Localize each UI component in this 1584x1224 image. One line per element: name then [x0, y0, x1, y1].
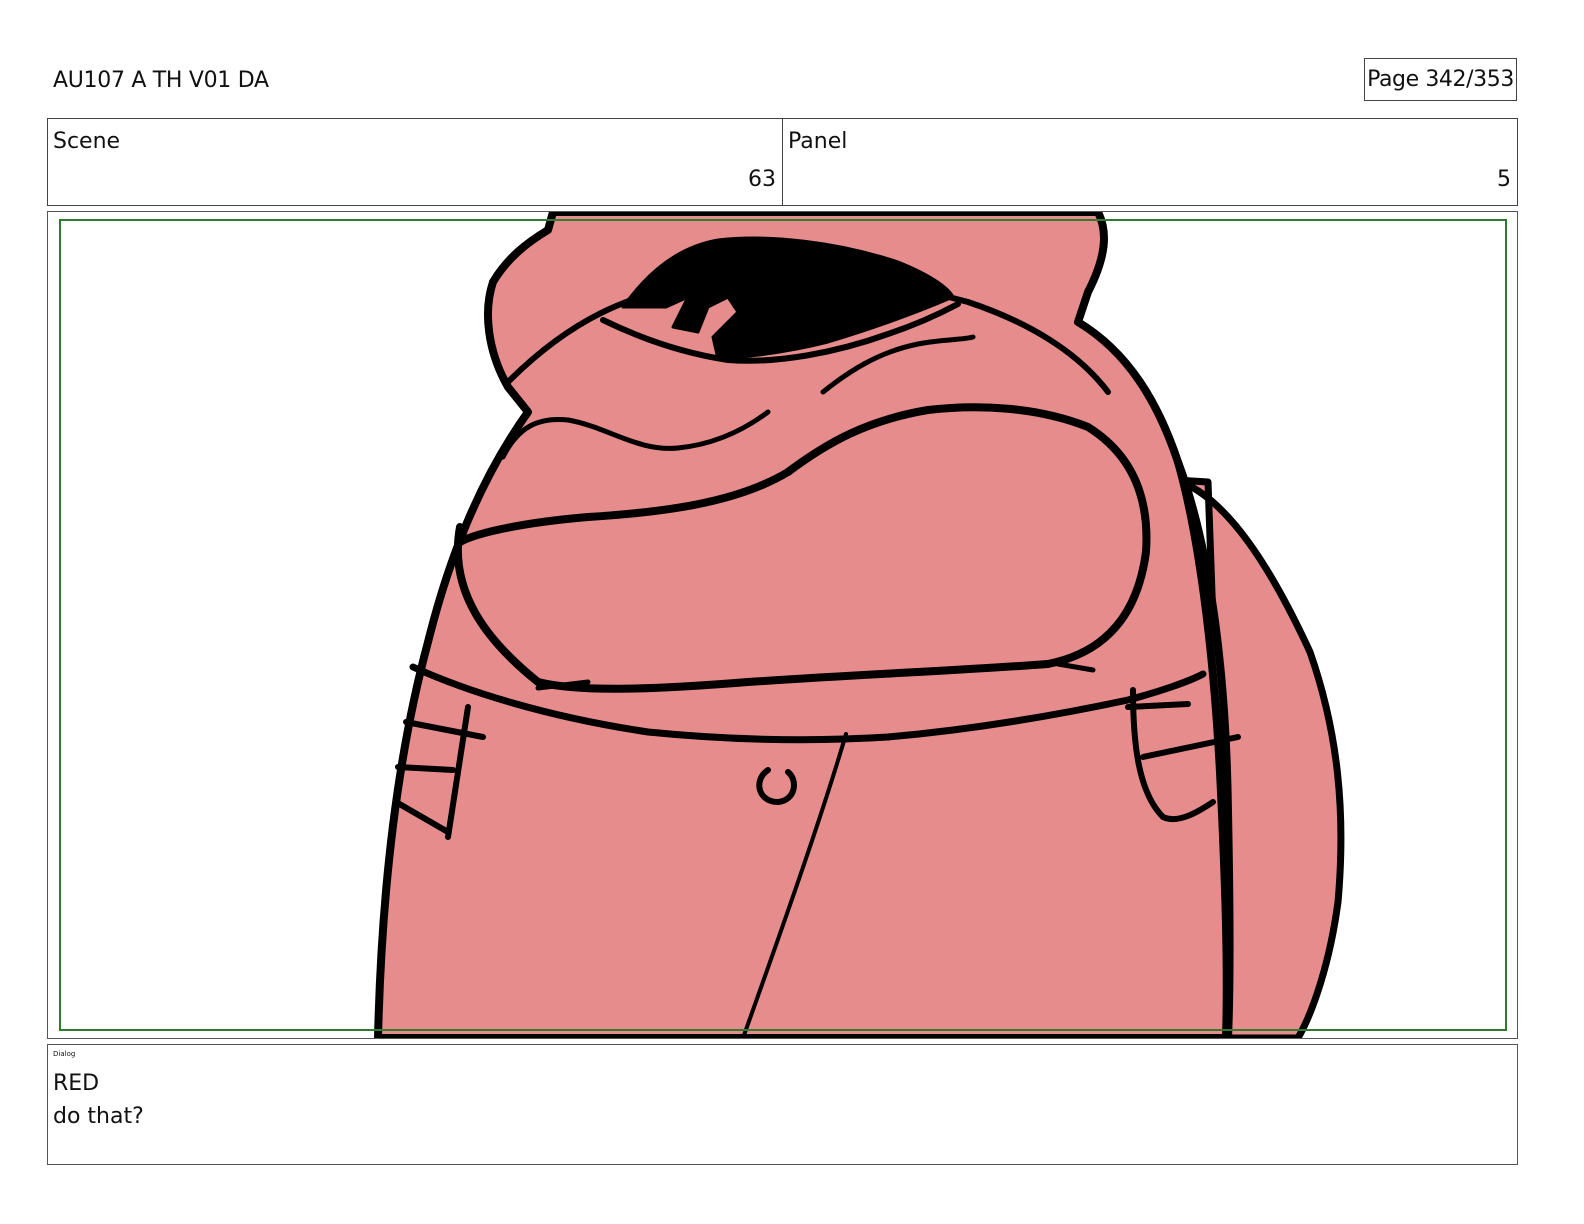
panel-label: Panel: [788, 129, 848, 154]
scene-panel-info: Scene 63 Panel 5: [47, 118, 1518, 206]
dialog-label: Dialog: [53, 1050, 76, 1058]
storyboard-frame: [47, 211, 1518, 1039]
panel-number: 5: [1497, 167, 1511, 192]
document-title: AU107 A TH V01 DA: [53, 68, 269, 93]
character-drawing: [374, 212, 1345, 1038]
dialog-box: Dialog RED do that?: [47, 1044, 1518, 1165]
scene-number: 63: [748, 167, 776, 192]
page-number: Page 342/353: [1364, 58, 1517, 101]
dialog-line: RED: [53, 1071, 100, 1096]
crewmate-character: [374, 212, 1345, 1038]
dialog-line: do that?: [53, 1104, 144, 1129]
scene-label: Scene: [53, 129, 121, 154]
scene-cell: Scene 63: [48, 119, 783, 205]
panel-cell: Panel 5: [783, 119, 1517, 205]
